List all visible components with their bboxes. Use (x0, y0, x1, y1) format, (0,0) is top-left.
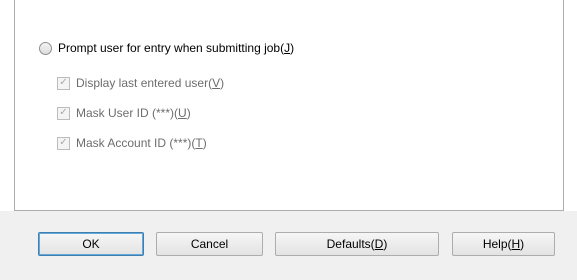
mask-user-id-label: Mask User ID (***)(U) (76, 106, 191, 120)
settings-panel: Prompt user for entry when submitting jo… (14, 0, 564, 211)
cancel-button-label: Cancel (190, 237, 229, 251)
prompt-user-radio[interactable] (39, 41, 52, 55)
help-button-label: Help(H) (482, 237, 525, 251)
help-button[interactable]: Help(H) (452, 232, 555, 256)
mask-user-id-row[interactable]: ✓ Mask User ID (***)(U) (57, 106, 191, 120)
mask-account-id-checkbox[interactable]: ✓ (57, 136, 70, 150)
mask-user-id-checkbox[interactable]: ✓ (57, 106, 70, 120)
defaults-button[interactable]: Defaults(D) (275, 232, 439, 256)
mask-account-id-row[interactable]: ✓ Mask Account ID (***)(T) (57, 136, 207, 150)
cancel-button[interactable]: Cancel (156, 232, 263, 256)
ok-button[interactable]: OK (38, 232, 144, 256)
defaults-button-label: Defaults(D) (326, 237, 388, 251)
ok-button-label: OK (82, 237, 100, 251)
prompt-user-label: Prompt user for entry when submitting jo… (58, 41, 295, 55)
prompt-user-radio-row[interactable]: Prompt user for entry when submitting jo… (39, 41, 294, 55)
display-last-user-checkbox[interactable]: ✓ (57, 76, 70, 90)
mask-account-id-label: Mask Account ID (***)(T) (76, 136, 207, 150)
display-last-user-row[interactable]: ✓ Display last entered user(V) (57, 76, 224, 90)
display-last-user-label: Display last entered user(V) (76, 76, 225, 90)
